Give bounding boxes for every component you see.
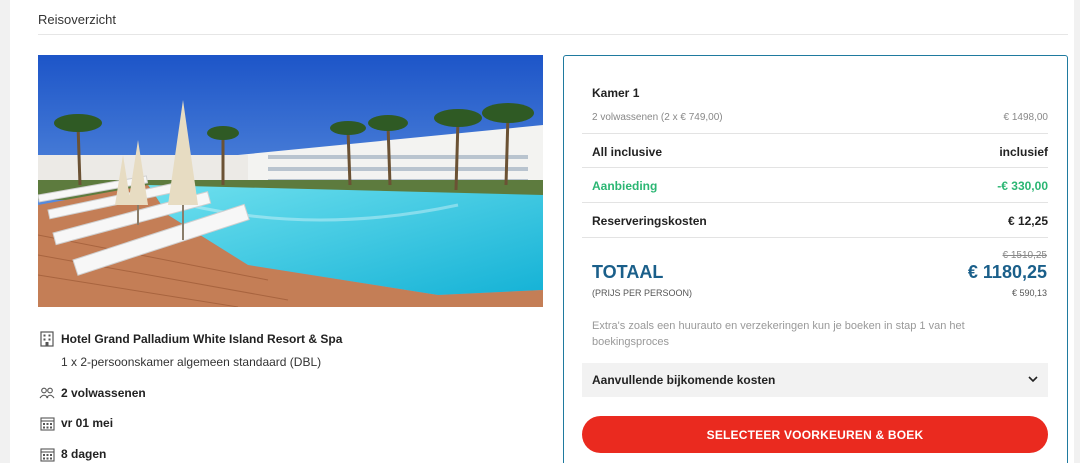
room-heading: Kamer 1 xyxy=(592,86,640,100)
booking-fee-label: Reserveringskosten xyxy=(592,214,707,228)
old-total: € 1510,25 xyxy=(1002,250,1048,261)
select-preferences-book-button[interactable]: SELECTEER VOORKEUREN & BOEK xyxy=(582,416,1048,453)
trip-duration: 8 dagen xyxy=(61,447,107,461)
building-icon xyxy=(38,330,56,348)
hotel-photo xyxy=(38,55,543,307)
total-value: € 1180,25 xyxy=(967,262,1047,282)
departure-date: vr 01 mei xyxy=(61,416,114,430)
price-summary-box: Kamer 1 2 volwassenen (2 x € 749,00) € 1… xyxy=(563,55,1068,463)
room-price-row: 2 volwassenen (2 x € 749,00) € 1498,00 xyxy=(592,112,1048,123)
per-person-label: (PRIJS PER PERSOON) xyxy=(592,288,693,298)
people-icon xyxy=(38,384,56,402)
divider xyxy=(582,167,1048,168)
offer-value: -€ 330,00 xyxy=(997,179,1048,193)
room-detail: 2 volwassenen (2 x € 749,00) xyxy=(592,112,723,123)
additional-costs-label: Aanvullende bijkomende kosten xyxy=(592,373,776,387)
room-amount: € 1498,00 xyxy=(1003,112,1049,123)
title-divider xyxy=(38,34,1068,35)
date-row: vr 01 mei xyxy=(38,414,113,432)
section-title: Reisoverzicht xyxy=(38,12,117,27)
extras-note: Extra's zoals een huurauto en verzekerin… xyxy=(592,320,965,348)
per-person-value: € 590,13 xyxy=(1011,288,1047,298)
duration-row: 8 dagen xyxy=(38,445,106,463)
guests-row: 2 volwassenen xyxy=(38,384,146,402)
offer-row: Aanbieding -€ 330,00 xyxy=(592,179,1048,193)
room-type: 1 x 2-persoonskamer algemeen standaard (… xyxy=(61,355,322,369)
trip-overview-card: Reisoverzicht Hotel Grand Palladium Whit… xyxy=(10,0,1074,463)
board-row: All inclusive inclusief xyxy=(592,145,1048,159)
divider xyxy=(582,133,1048,134)
board-value: inclusief xyxy=(999,145,1048,159)
hotel-name: Hotel Grand Palladium White Island Resor… xyxy=(61,332,343,346)
divider xyxy=(582,237,1048,238)
offer-label: Aanbieding xyxy=(592,179,658,193)
room-heading-row: Kamer 1 xyxy=(592,86,1048,100)
calendar-icon xyxy=(38,445,56,463)
board-label: All inclusive xyxy=(592,145,663,159)
guests-count: 2 volwassenen xyxy=(61,386,146,400)
booking-fee-value: € 12,25 xyxy=(1007,214,1048,228)
total-label: TOTAAL xyxy=(592,262,664,282)
additional-costs-accordion[interactable]: Aanvullende bijkomende kosten xyxy=(582,363,1048,397)
divider xyxy=(582,202,1048,203)
booking-fee-row: Reserveringskosten € 12,25 xyxy=(592,214,1048,228)
calendar-icon xyxy=(38,414,56,432)
hotel-name-row: Hotel Grand Palladium White Island Resor… xyxy=(38,330,342,348)
chevron-down-icon xyxy=(1028,374,1038,386)
